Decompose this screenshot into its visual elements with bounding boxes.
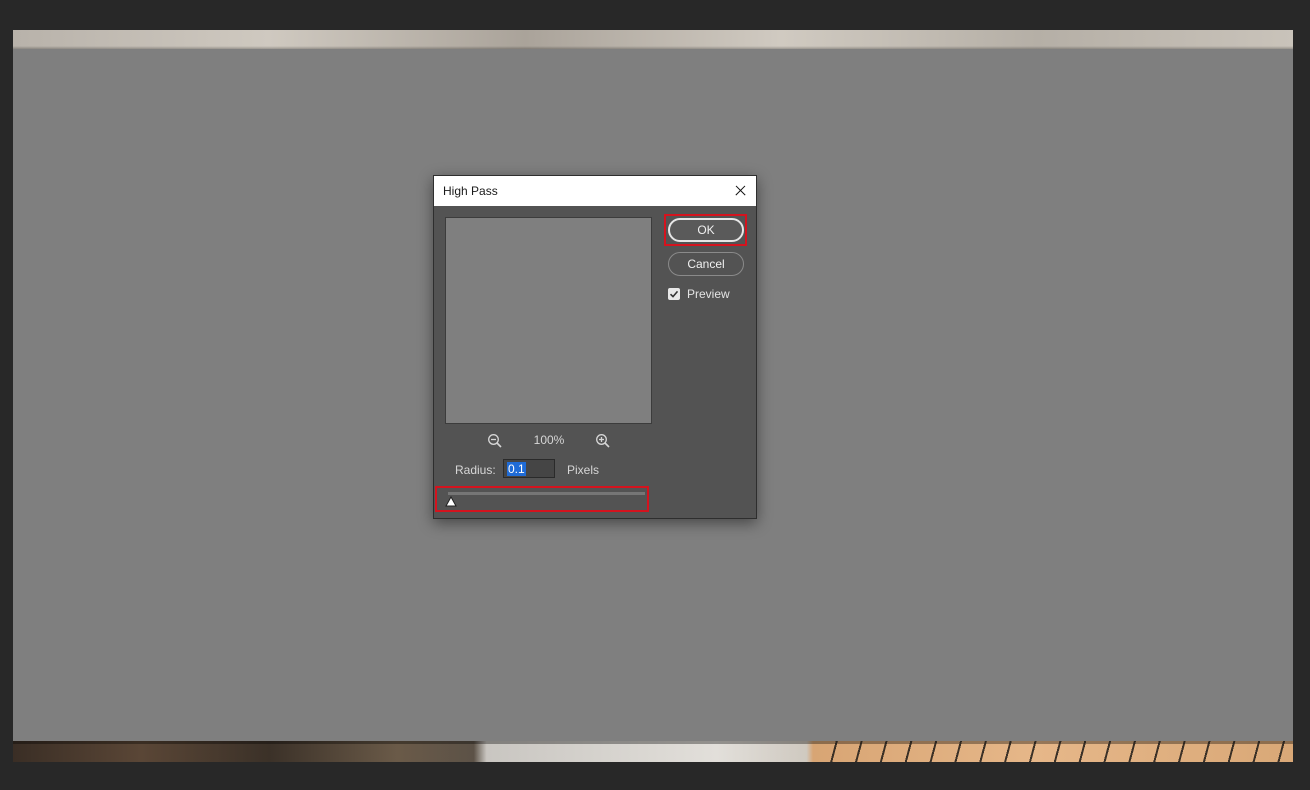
ok-button[interactable]: OK (668, 218, 744, 242)
high-pass-dialog: High Pass 100% Radius: 0.1 Pixels OK Can… (433, 175, 757, 519)
radius-slider-track[interactable] (448, 492, 645, 495)
dialog-titlebar: High Pass (434, 176, 756, 206)
radius-input[interactable]: 0.1 (503, 459, 555, 478)
slider-triangle-icon[interactable] (445, 496, 457, 507)
zoom-level-readout: 100% (533, 433, 565, 447)
canvas-image-top-edge (13, 30, 1293, 49)
filter-preview-area[interactable] (445, 217, 652, 424)
zoom-in-icon[interactable] (595, 433, 611, 449)
units-label: Pixels (567, 463, 600, 477)
radius-label: Radius: (455, 463, 496, 477)
canvas-image-bottom-edge (13, 741, 1293, 762)
preview-label: Preview (687, 287, 730, 301)
cancel-button[interactable]: Cancel (668, 252, 744, 276)
radius-value-selected: 0.1 (507, 462, 526, 476)
zoom-out-icon[interactable] (487, 433, 503, 449)
checkbox-checked-icon[interactable] (668, 288, 680, 300)
canvas-tile-pattern (813, 741, 1293, 762)
close-icon[interactable] (730, 181, 750, 201)
slider-annotation-highlight (435, 486, 649, 512)
dialog-title: High Pass (443, 184, 498, 198)
